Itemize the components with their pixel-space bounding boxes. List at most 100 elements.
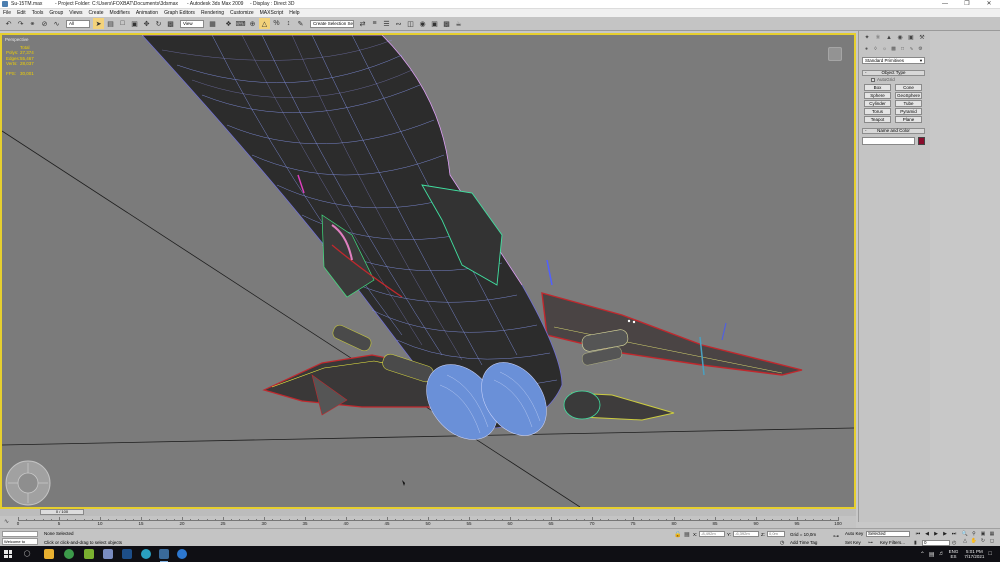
go-to-end-icon[interactable]: ⏭ [950, 531, 958, 537]
chrome-icon[interactable] [64, 549, 74, 559]
menu-views[interactable]: Views [69, 10, 82, 16]
maxscript-output[interactable]: Welcome to [2, 538, 38, 545]
render-setup-icon[interactable]: ▣ [429, 18, 440, 29]
time-slider-knob[interactable]: 0 / 100 [40, 509, 84, 515]
select-rotate-icon[interactable]: ↻ [153, 18, 164, 29]
reference-coordinate-dropdown[interactable]: View [180, 19, 204, 28]
curve-editor-icon[interactable]: ∾ [393, 18, 404, 29]
viewcube-icon[interactable] [828, 47, 842, 61]
pyramid-button[interactable]: Pyramid [895, 108, 922, 115]
mirror-icon[interactable]: ⇄ [357, 18, 368, 29]
app-icon-tools[interactable] [103, 549, 113, 559]
menu-edit[interactable]: Edit [17, 10, 26, 16]
zoom-icon[interactable]: 🔍 [961, 531, 969, 538]
3ds-max-taskbar-icon[interactable] [159, 549, 169, 562]
rectangular-selection-icon[interactable]: □ [117, 18, 128, 29]
next-frame-icon[interactable]: ▶ [941, 531, 949, 537]
perspective-viewport[interactable]: Perspective Total Polys: 27,374 Edges: 55,… [0, 33, 856, 509]
x-coordinate-field[interactable]: -8,492m [699, 531, 725, 537]
menu-group[interactable]: Group [49, 10, 63, 16]
mini-curve-editor-icon[interactable]: ∿ [4, 518, 9, 525]
search-icon[interactable]: ◯ [17, 548, 37, 560]
lights-icon[interactable]: ☼ [881, 46, 888, 53]
create-tab-icon[interactable]: ✦ [863, 34, 871, 42]
undo-icon[interactable]: ↶ [3, 18, 14, 29]
close-button[interactable]: ✕ [978, 0, 1000, 9]
hierarchy-tab-icon[interactable]: ▲ [885, 34, 893, 42]
lock-selection-icon[interactable]: 🔒 [674, 531, 681, 538]
key-selection-dropdown[interactable]: Selected [866, 531, 910, 537]
menu-maxscript[interactable]: MAXScript [260, 10, 284, 16]
plane-button[interactable]: Plane [895, 116, 922, 123]
minimize-button[interactable]: — [934, 0, 956, 9]
select-by-name-icon[interactable]: ▤ [105, 18, 116, 29]
menu-create[interactable]: Create [89, 10, 104, 16]
volume-icon[interactable]: ♬ [939, 551, 945, 557]
teapot-button[interactable]: Teapot [864, 116, 891, 123]
name-and-color-rollout[interactable]: - Name and Color [862, 128, 925, 134]
maximize-viewport-icon[interactable]: ◻ [988, 538, 996, 545]
key-filters-button[interactable]: Key Filters... [880, 540, 905, 545]
menu-graph-editors[interactable]: Graph Editors [164, 10, 195, 16]
utilities-tab-icon[interactable]: ⚒ [918, 34, 926, 42]
maxscript-listener-input[interactable] [2, 531, 38, 537]
auto-key-button[interactable]: Auto Key [845, 531, 863, 536]
menu-modifiers[interactable]: Modifiers [110, 10, 130, 16]
y-coordinate-field[interactable]: -6,392m [733, 531, 759, 537]
steering-wheel-icon[interactable] [4, 459, 52, 507]
selection-filter-dropdown[interactable]: All [66, 19, 90, 28]
zoom-all-icon[interactable]: ⚲ [970, 531, 978, 538]
sphere-button[interactable]: Sphere [864, 92, 891, 99]
absolute-mode-icon[interactable]: ▦ [684, 531, 690, 538]
material-editor-icon[interactable]: ◉ [417, 18, 428, 29]
zoom-extents-icon[interactable]: ▣ [979, 531, 987, 538]
zoom-extents-all-icon[interactable]: ▦ [988, 531, 996, 538]
autogrid-checkbox[interactable]: AutoGrid [871, 77, 895, 82]
window-crossing-icon[interactable]: ▣ [129, 18, 140, 29]
keyboard-shortcut-icon[interactable]: ⌨ [235, 18, 246, 29]
box-button[interactable]: Box [864, 84, 891, 91]
menu-help[interactable]: Help [289, 10, 299, 16]
primitive-type-dropdown[interactable]: Standard Primitives ▼ [862, 57, 925, 64]
field-of-view-icon[interactable]: △ [961, 538, 969, 545]
app-icon-globe[interactable] [141, 549, 151, 559]
aircraft-wireframe-scene[interactable] [2, 35, 854, 507]
object-name-input[interactable] [862, 137, 915, 145]
go-to-start-icon[interactable]: ⏮ [914, 531, 922, 537]
cameras-icon[interactable]: ▩ [890, 46, 897, 53]
layer-manager-icon[interactable]: ☰ [381, 18, 392, 29]
link-icon[interactable]: ⚭ [27, 18, 38, 29]
time-slider[interactable]: 0 / 100 [0, 509, 856, 516]
key-icon[interactable]: ⊶ [833, 533, 839, 540]
rendered-frame-window-icon[interactable]: ▩ [441, 18, 452, 29]
chevron-up-icon[interactable]: ⌃ [920, 551, 925, 558]
z-coordinate-field[interactable]: 0,0m [767, 531, 785, 537]
menu-rendering[interactable]: Rendering [201, 10, 224, 16]
edit-named-selection-icon[interactable]: ✎ [295, 18, 306, 29]
select-object-icon[interactable]: ➤ [93, 18, 104, 29]
select-scale-icon[interactable]: ▩ [165, 18, 176, 29]
menu-file[interactable]: File [3, 10, 11, 16]
display-tab-icon[interactable]: ▣ [907, 34, 915, 42]
modify-tab-icon[interactable]: ⚛ [874, 34, 882, 42]
motion-tab-icon[interactable]: ◉ [896, 34, 904, 42]
space-warps-icon[interactable]: ∿ [908, 46, 915, 53]
maximize-button[interactable]: ❐ [956, 0, 978, 9]
previous-frame-icon[interactable]: ◀ [923, 531, 931, 537]
set-key-button[interactable]: Set Key [845, 540, 861, 545]
bind-space-warp-icon[interactable]: ∿ [51, 18, 62, 29]
spinner-snap-icon[interactable]: ↕ [283, 18, 294, 29]
app-icon-green[interactable] [84, 549, 94, 559]
trackbar[interactable]: ∿ 0 5 10 15 20 25 30 35 40 45 50 55 60 65 70 75 80 85 90 95… [0, 516, 856, 528]
network-icon[interactable]: ▤ [929, 551, 935, 558]
redo-icon[interactable]: ↷ [15, 18, 26, 29]
object-type-rollout[interactable]: - Object Type [862, 70, 925, 76]
language-indicator[interactable]: ENG ES [949, 549, 959, 559]
add-time-tag-button[interactable]: Add Time Tag [790, 540, 817, 545]
shapes-icon[interactable]: ◊ [872, 46, 879, 53]
clock[interactable]: 5:01 PM 7/17/2021 [964, 549, 984, 560]
unlink-icon[interactable]: ⊘ [39, 18, 50, 29]
app-icon-blue[interactable] [177, 549, 187, 559]
photoshop-icon[interactable] [122, 549, 132, 559]
notifications-icon[interactable]: □ [988, 551, 992, 557]
